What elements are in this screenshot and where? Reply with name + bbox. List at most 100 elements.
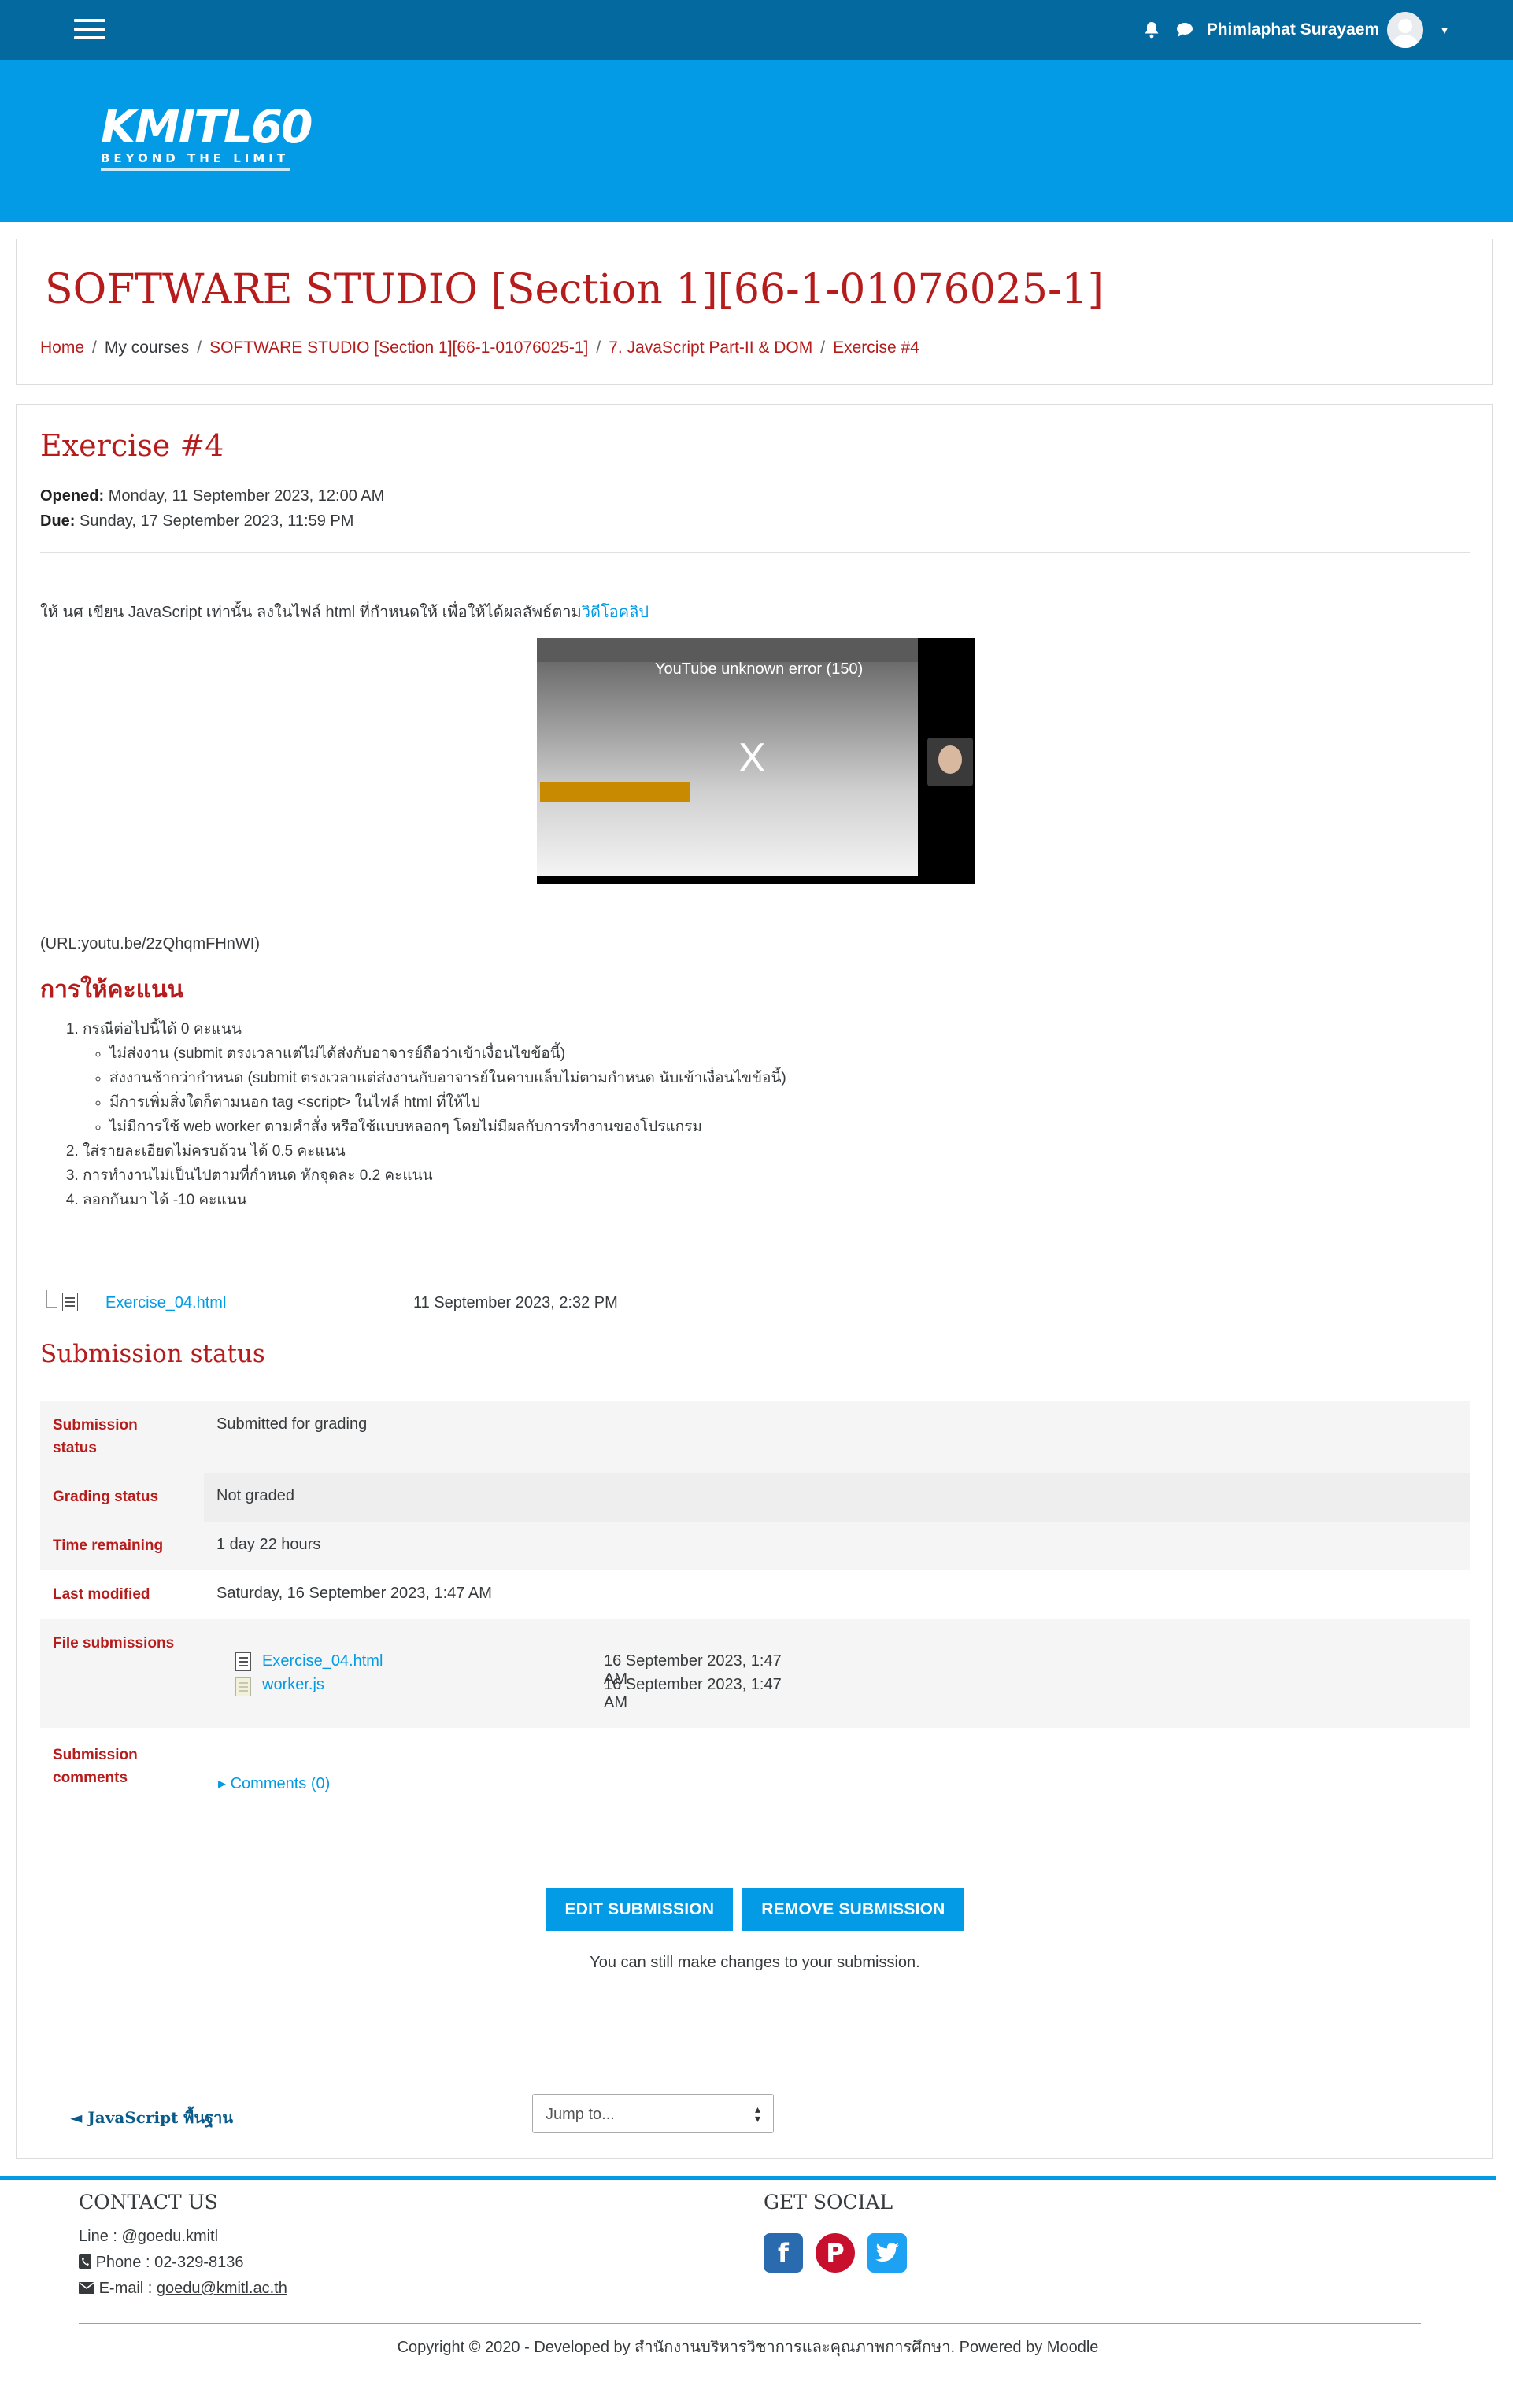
opened-value: Monday, 11 September 2023, 12:00 AM bbox=[108, 487, 385, 505]
divider bbox=[40, 552, 1470, 553]
breadcrumb-exercise[interactable]: Exercise #4 bbox=[833, 338, 919, 357]
breadcrumb: Home / My courses / SOFTWARE STUDIO [Sec… bbox=[40, 338, 919, 357]
intro-attachment: Exercise_04.html 11 September 2023, 2:32… bbox=[46, 1290, 645, 1317]
youtube-video-embed[interactable]: YouTube unknown error (150) X bbox=[537, 638, 975, 884]
grading-subrule: ไม่ส่งงาน (submit ตรงเวลาแต่ไม่ได้ส่งกับ… bbox=[109, 1041, 786, 1066]
html-file-icon bbox=[62, 1293, 78, 1311]
grading-subrule: ไม่มีการใช้ web worker ตามคำสั่ง หรือใช้… bbox=[109, 1115, 786, 1139]
contact-phone: Phone : 02-329-8136 bbox=[79, 2250, 287, 2276]
footer-divider bbox=[79, 2323, 1421, 2324]
video-error-message: YouTube unknown error (150) bbox=[655, 660, 864, 678]
site-footer: CONTACT US Line : @goedu.kmitl Phone : 0… bbox=[0, 2180, 1513, 2408]
submission-status-label: Submission status bbox=[53, 1417, 138, 1456]
breadcrumb-my-courses: My courses bbox=[104, 338, 190, 357]
grading-status-label: Grading status bbox=[53, 1489, 159, 1505]
user-avatar[interactable] bbox=[1387, 12, 1424, 48]
menu-toggle-icon[interactable] bbox=[74, 19, 105, 41]
html-file-icon bbox=[235, 1652, 251, 1671]
breadcrumb-separator: / bbox=[197, 338, 202, 357]
assignment-intro: ให้ นศ เขียน JavaScript เท่านั้น ลงในไฟล… bbox=[40, 599, 649, 624]
grading-heading: การให้คะแนน bbox=[40, 977, 184, 1003]
page-header: SOFTWARE STUDIO [Section 1][66-1-0107602… bbox=[16, 239, 1493, 385]
logo-underline bbox=[101, 168, 290, 171]
copyright-text: Copyright © 2020 - Developed by สำนักงาน… bbox=[397, 2339, 1099, 2356]
jump-to-select[interactable]: Jump to... ▴ ▾ bbox=[532, 2094, 774, 2133]
facebook-icon[interactable]: f bbox=[764, 2233, 803, 2273]
notification-bell-icon[interactable] bbox=[1144, 21, 1160, 39]
tree-connector bbox=[46, 1290, 57, 1308]
twitter-icon[interactable] bbox=[867, 2233, 907, 2273]
submission-actions: EDIT SUBMISSION REMOVE SUBMISSION bbox=[17, 1888, 1493, 1931]
contact-heading: CONTACT US bbox=[79, 2191, 218, 2214]
breadcrumb-course[interactable]: SOFTWARE STUDIO [Section 1][66-1-0107602… bbox=[209, 338, 588, 357]
table-row: Last modified Saturday, 16 September 202… bbox=[40, 1570, 1470, 1619]
contact-line: Line : @goedu.kmitl bbox=[79, 2228, 219, 2245]
breadcrumb-section[interactable]: 7. JavaScript Part-II & DOM bbox=[609, 338, 812, 357]
submission-status-table: Submission status Submitted for grading … bbox=[40, 1401, 1470, 1807]
list-item: Exercise_04.html 16 September 2023, 1:47… bbox=[229, 1651, 796, 1688]
submitted-file-link[interactable]: worker.js bbox=[262, 1676, 324, 1694]
grading-rule: กรณีต่อไปนี้ได้ 0 คะแนน ไม่ส่งงาน (submi… bbox=[83, 1017, 786, 1139]
video-clip-link[interactable]: วิดีโอคลิป bbox=[582, 604, 649, 621]
chevron-right-icon: ▸ bbox=[218, 1775, 231, 1792]
submission-status-value: Submitted for grading bbox=[216, 1415, 368, 1433]
top-navbar: Phimlaphat Surayaem ▼ bbox=[0, 0, 1513, 60]
grading-subrule: มีการเพิ่มสิ่งใดก็ตามนอก tag <script> ใน… bbox=[109, 1090, 786, 1115]
video-thumbnail bbox=[537, 662, 918, 876]
breadcrumb-separator: / bbox=[820, 338, 826, 357]
phone-icon bbox=[79, 2254, 96, 2271]
presenter-webcam bbox=[927, 738, 973, 786]
comments-toggle[interactable]: ▸ Comments (0) bbox=[218, 1774, 330, 1793]
messages-icon[interactable] bbox=[1175, 22, 1194, 38]
pinterest-icon[interactable]: P bbox=[816, 2233, 855, 2273]
contact-email: E-mail : goedu@kmitl.ac.th bbox=[79, 2276, 287, 2302]
grading-rule: การทำงานไม่เป็นไปตามที่กำหนด หักจุดละ 0.… bbox=[83, 1163, 786, 1188]
envelope-icon bbox=[79, 2280, 99, 2297]
site-logo[interactable]: KMITL60 BEYOND THE LIMIT bbox=[101, 104, 313, 171]
last-modified-value: Saturday, 16 September 2023, 1:47 AM bbox=[216, 1585, 492, 1602]
select-arrows-icon: ▴ ▾ bbox=[754, 2103, 760, 2125]
email-prefix: E-mail : bbox=[98, 2280, 157, 2297]
phone-text: Phone : 02-329-8136 bbox=[95, 2254, 244, 2271]
table-row: Submission comments ▸ Comments (0) bbox=[40, 1728, 1470, 1807]
breadcrumb-home[interactable]: Home bbox=[40, 338, 84, 357]
edit-submission-button[interactable]: EDIT SUBMISSION bbox=[546, 1888, 734, 1931]
remove-submission-button[interactable]: REMOVE SUBMISSION bbox=[742, 1888, 964, 1931]
attachment-link[interactable]: Exercise_04.html bbox=[105, 1294, 226, 1312]
chevron-down-icon[interactable]: ▼ bbox=[1439, 24, 1450, 36]
video-url: (URL:youtu.be/2zQhqmFHnWI) bbox=[40, 935, 260, 952]
submission-comments-label: Submission comments bbox=[53, 1747, 138, 1786]
grading-rule: ใส่รายละเอียดไม่ครบถ้วน ได้ 0.5 คะแนน bbox=[83, 1139, 786, 1163]
submitted-file-time: 16 September 2023, 1:47 AM bbox=[604, 1676, 782, 1711]
assignment-dates: Opened: Monday, 11 September 2023, 12:00… bbox=[40, 483, 384, 534]
grading-status-value: Not graded bbox=[216, 1487, 294, 1504]
contact-details: Line : @goedu.kmitl Phone : 02-329-8136 … bbox=[79, 2224, 287, 2302]
assignment-title: Exercise #4 bbox=[40, 428, 224, 463]
breadcrumb-separator: / bbox=[92, 338, 97, 357]
grading-rules: กรณีต่อไปนี้ได้ 0 คะแนน ไม่ส่งงาน (submi… bbox=[61, 1017, 786, 1212]
user-menu-area: Phimlaphat Surayaem ▼ bbox=[1136, 12, 1450, 48]
table-row: Grading status Not graded bbox=[40, 1473, 1470, 1522]
submitted-file-link[interactable]: Exercise_04.html bbox=[262, 1652, 383, 1670]
table-row: Submission status Submitted for grading bbox=[40, 1401, 1470, 1473]
file-submissions-label: File submissions bbox=[53, 1635, 175, 1652]
time-remaining-label: Time remaining bbox=[53, 1537, 164, 1554]
submitted-files: Exercise_04.html 16 September 2023, 1:47… bbox=[229, 1651, 796, 1711]
grading-rule: ลอกกันมา ได้ -10 คะแนน bbox=[83, 1188, 786, 1212]
user-name[interactable]: Phimlaphat Surayaem bbox=[1207, 20, 1379, 39]
video-close-icon[interactable]: X bbox=[738, 734, 766, 782]
site-banner: KMITL60 BEYOND THE LIMIT bbox=[0, 60, 1513, 222]
intro-text: ให้ นศ เขียน JavaScript เท่านั้น ลงในไฟล… bbox=[40, 604, 582, 621]
table-row: Time remaining 1 day 22 hours bbox=[40, 1522, 1470, 1570]
social-heading: GET SOCIAL bbox=[764, 2191, 893, 2214]
breadcrumb-separator: / bbox=[596, 338, 601, 357]
submission-note: You can still make changes to your submi… bbox=[590, 1954, 920, 1971]
attachment-time: 11 September 2023, 2:32 PM bbox=[413, 1294, 618, 1311]
due-value: Sunday, 17 September 2023, 11:59 PM bbox=[80, 512, 354, 530]
email-link[interactable]: goedu@kmitl.ac.th bbox=[157, 2280, 287, 2297]
js-file-icon bbox=[235, 1677, 251, 1696]
jump-to-label: Jump to... bbox=[546, 2106, 615, 2123]
table-row: File submissions Exercise_04.html 16 Sep… bbox=[40, 1619, 1470, 1728]
previous-activity-link[interactable]: ◄ JavaScript พื้นฐาน bbox=[70, 2105, 233, 2130]
video-title-bar bbox=[537, 638, 918, 662]
